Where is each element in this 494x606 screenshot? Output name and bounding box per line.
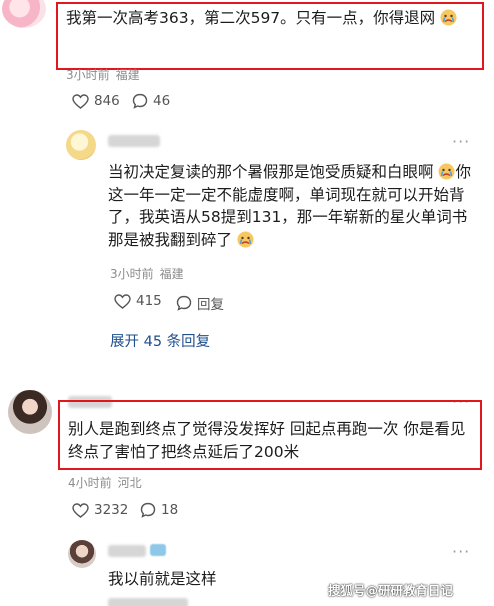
comment-time: 3小时前 bbox=[110, 267, 154, 281]
username-blurred[interactable] bbox=[108, 135, 160, 147]
reply-label: 回复 bbox=[197, 297, 224, 313]
comment-text-content: 我以前就是这样 bbox=[108, 570, 217, 588]
like-count: 846 bbox=[94, 93, 120, 109]
comment-text: 我第一次高考363，第二次597。只有一点，你得退网 bbox=[66, 7, 476, 30]
comment-text-content: 当初决定复读的那个暑假那是饱受质疑和白眼啊 bbox=[108, 163, 434, 181]
heart-icon bbox=[72, 502, 89, 518]
reply-button[interactable]: 回复 bbox=[176, 293, 224, 313]
expand-replies-link[interactable]: 展开 45 条回复 bbox=[110, 330, 210, 351]
comment-bubble-icon bbox=[132, 93, 148, 109]
heart-icon bbox=[72, 93, 89, 109]
crying-emoji-icon bbox=[237, 231, 254, 248]
avatar[interactable] bbox=[8, 390, 52, 434]
more-options-icon[interactable]: ··· bbox=[452, 542, 470, 561]
reply-button[interactable]: 18 bbox=[140, 502, 178, 518]
heart-icon bbox=[114, 293, 131, 309]
more-options-icon[interactable]: ··· bbox=[452, 132, 470, 151]
comment-meta: 3小时前 福建 bbox=[66, 66, 140, 83]
comment-time: 4小时前 bbox=[68, 476, 112, 490]
comment-text-content: 别人是跑到终点了觉得没发挥好 回起点再跑一次 你是看见终点了害怕了把终点延后了2… bbox=[68, 420, 466, 461]
like-button[interactable]: 415 bbox=[114, 293, 162, 309]
comment-text-content: 我第一次高考363，第二次597。只有一点，你得退网 bbox=[66, 9, 436, 27]
comment-bubble-icon bbox=[140, 502, 156, 518]
comment-bubble-icon bbox=[176, 295, 192, 311]
reply-count: 46 bbox=[153, 93, 171, 109]
like-count: 415 bbox=[136, 293, 162, 309]
comment-meta: 4小时前 河北 bbox=[68, 474, 142, 491]
reply-button[interactable]: 46 bbox=[132, 93, 170, 109]
comment-time: 3小时前 bbox=[66, 68, 110, 82]
like-button[interactable]: 3232 bbox=[72, 502, 128, 518]
like-button[interactable]: 846 bbox=[72, 93, 120, 109]
avatar[interactable] bbox=[68, 540, 96, 568]
avatar[interactable] bbox=[66, 130, 96, 160]
crying-emoji-icon bbox=[440, 9, 457, 26]
comment-location: 福建 bbox=[159, 267, 184, 281]
crying-emoji-icon bbox=[438, 163, 455, 180]
cropped-text-blurred bbox=[108, 598, 188, 606]
watermark: 搜狐号@研研教育日记 bbox=[328, 583, 454, 598]
badge-icon bbox=[150, 544, 166, 556]
comment-text: 别人是跑到终点了觉得没发挥好 回起点再跑一次 你是看见终点了害怕了把终点延后了2… bbox=[68, 418, 472, 463]
avatar[interactable] bbox=[2, 0, 46, 28]
reply-count: 18 bbox=[161, 502, 179, 518]
comment-text: 当初决定复读的那个暑假那是饱受质疑和白眼啊 你这一年一定一定不能虚度啊，单词现在… bbox=[108, 161, 478, 251]
comment-meta: 3小时前 福建 bbox=[110, 265, 184, 282]
username-blurred[interactable] bbox=[108, 545, 146, 557]
comment-location: 福建 bbox=[115, 68, 140, 82]
like-count: 3232 bbox=[94, 502, 129, 518]
comment-location: 河北 bbox=[117, 476, 142, 490]
